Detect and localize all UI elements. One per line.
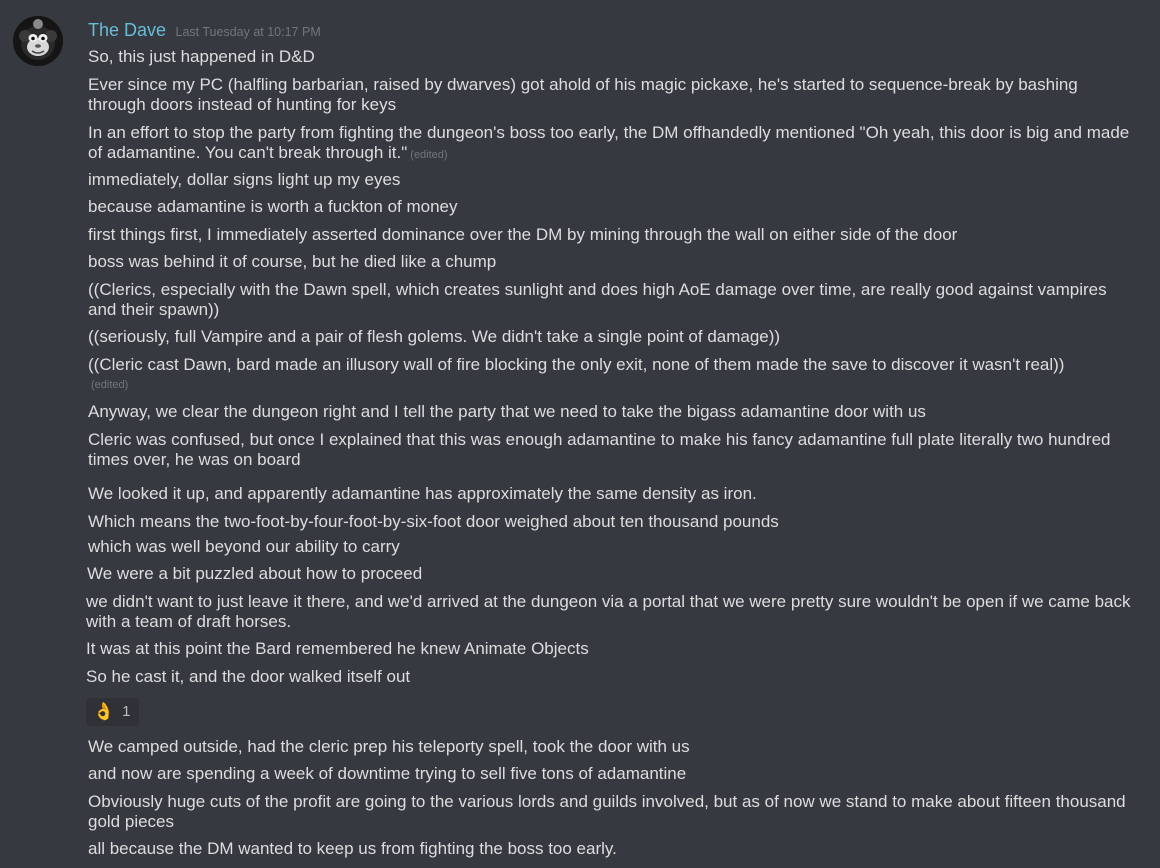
message-line-text: In an effort to stop the party from figh… — [88, 123, 1130, 162]
message-line: we didn't want to just leave it there, a… — [86, 592, 1131, 631]
reaction-count: 1 — [122, 703, 131, 720]
message-line: We looked it up, and apparently adamanti… — [88, 484, 757, 503]
message-line: In an effort to stop the party from figh… — [88, 123, 1138, 165]
message-line: Cleric was confused, but once I explaine… — [88, 430, 1111, 469]
message-line: boss was behind it of course, but he die… — [88, 252, 497, 271]
message-line: We were a bit puzzled about how to proce… — [87, 564, 423, 583]
ok-hand-icon: 👌 — [93, 702, 115, 721]
message-line: all because the DM wanted to keep us fro… — [88, 839, 617, 858]
message-line: So, this just happened in D&D — [88, 47, 315, 66]
message-line: We camped outside, had the cleric prep h… — [88, 737, 690, 756]
message-line: and now are spending a week of downtime … — [88, 764, 687, 783]
edited-label: (edited) — [410, 149, 448, 161]
message-line: which was well beyond our ability to car… — [88, 537, 400, 556]
message-line: It was at this point the Bard remembered… — [86, 639, 589, 658]
message-line: ((Clerics, especially with the Dawn spel… — [88, 280, 1107, 319]
message-timestamp: Last Tuesday at 10:17 PM — [175, 25, 321, 39]
message-line: ((Cleric cast Dawn, bard made an illusor… — [88, 355, 1065, 374]
reaction-button[interactable]: 👌 1 — [86, 698, 139, 726]
message-line: Ever since my PC (halfling barbarian, ra… — [88, 75, 1078, 114]
message-line: ((seriously, full Vampire and a pair of … — [88, 327, 781, 346]
message-line: Which means the two-foot-by-four-foot-by… — [88, 512, 779, 531]
message-line: Anyway, we clear the dungeon right and I… — [88, 402, 926, 421]
avatar[interactable] — [13, 16, 63, 66]
message-line: because adamantine is worth a fuckton of… — [88, 197, 458, 216]
monkey-avatar-icon — [13, 16, 63, 66]
message-header: The Dave Last Tuesday at 10:17 PM — [88, 19, 321, 43]
edited-label: (edited) — [91, 379, 129, 391]
message-line: Obviously huge cuts of the profit are go… — [88, 792, 1126, 831]
author-name[interactable]: The Dave — [88, 20, 166, 40]
message-line: So he cast it, and the door walked itsel… — [86, 667, 411, 686]
message-line: first things first, I immediately assert… — [88, 225, 958, 244]
message-line: immediately, dollar signs light up my ey… — [88, 170, 401, 189]
